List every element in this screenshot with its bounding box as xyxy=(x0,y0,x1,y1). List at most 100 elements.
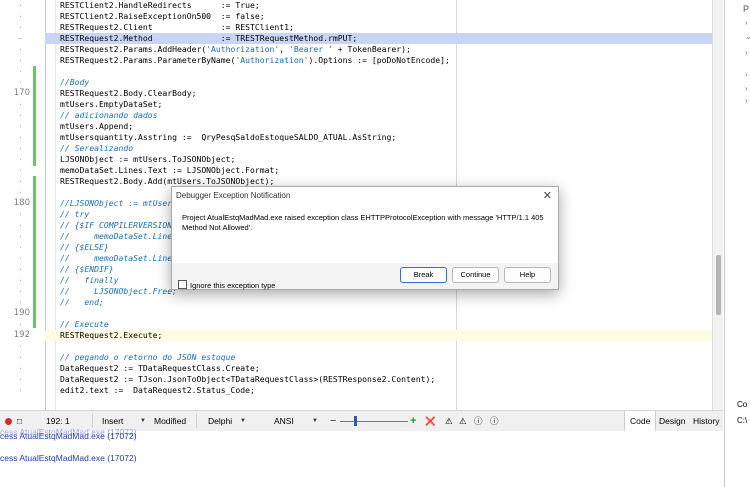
code-line[interactable]: mtUsers.Append; xyxy=(60,121,133,132)
code-token: RESTRequest2.Params.AddHeader( xyxy=(60,44,207,54)
code-comment: // {$ELSE} xyxy=(60,242,109,252)
code-token: mtUsers.EmptyDataSet; xyxy=(60,99,163,109)
checkbox-box[interactable] xyxy=(178,280,187,289)
code-comment: // {$ENDIF} xyxy=(60,264,114,274)
code-line[interactable]: RESTRequest2.Client := RESTClient1; xyxy=(60,22,294,33)
gutter-dot: · xyxy=(18,254,23,263)
code-token: RESTRequest2.Method := TRESTRequestMetho… xyxy=(60,33,358,43)
dialog-body: Project AtualEstqMadMad.exe raised excep… xyxy=(172,205,558,263)
chevron-right-icon[interactable]: › xyxy=(745,18,748,27)
chevron-right-icon[interactable]: › xyxy=(745,48,748,57)
warning-count-icon[interactable]: ⚠ xyxy=(445,411,453,431)
hint-count-icon[interactable]: ⚠ xyxy=(459,411,467,431)
code-line[interactable]: //Body xyxy=(60,77,89,88)
tab-history[interactable]: History xyxy=(688,411,724,431)
code-line[interactable]: // {$ENDIF} xyxy=(60,264,114,275)
gutter-dot: · xyxy=(18,221,23,230)
code-line[interactable]: RESTRequest2.Body.ClearBody; xyxy=(60,88,196,99)
language-selector[interactable]: Delphi xyxy=(208,411,232,431)
code-line[interactable]: LJSONObject := mtUsers.ToJSONObject; xyxy=(60,154,235,165)
code-line[interactable]: // adicionando dados xyxy=(60,110,157,121)
code-fold-divider xyxy=(55,0,56,410)
code-line[interactable]: RESTRequest2.Params.ParameterByName('Aut… xyxy=(60,55,450,66)
language-dropdown-icon[interactable]: ▼ xyxy=(240,411,246,431)
code-line[interactable]: RESTClient2.RaiseExceptionOn500 := false… xyxy=(60,11,265,22)
code-token: RESTRequest2.Client := RESTClient1; xyxy=(60,22,294,32)
code-line[interactable]: memoDataSet.Lines.Text := LJSONObject.Fo… xyxy=(60,165,279,176)
gutter-dot: · xyxy=(18,111,23,120)
code-line[interactable]: // finally xyxy=(60,275,118,286)
chevron-right-icon[interactable]: › xyxy=(745,84,748,93)
code-string: 'Authorization' xyxy=(235,55,309,65)
code-string: 'Bearer ' xyxy=(289,44,333,54)
code-line[interactable]: // end; xyxy=(60,297,104,308)
dialog-title: Debugger Exception Notification xyxy=(176,191,291,200)
continue-button[interactable]: Continue xyxy=(452,267,499,283)
gutter-dot: · xyxy=(18,364,23,373)
message-count-icon[interactable]: ⓘ xyxy=(490,411,499,431)
messages-panel[interactable]: cess AtualEstqMadMad.exe (17072) cess At… xyxy=(0,427,723,487)
code-line[interactable]: // try xyxy=(60,209,89,220)
modified-indicator: Modified xyxy=(154,416,187,426)
tab-code[interactable]: Code xyxy=(624,411,657,431)
message-line: cess AtualEstqMadMad.exe (17072) xyxy=(0,431,137,441)
gutter-dot: · xyxy=(18,56,23,65)
gutter-dot: · xyxy=(18,353,23,362)
gutter-dot: · xyxy=(18,210,23,219)
code-token: RESTClient2.HandleRedirects := True; xyxy=(60,0,260,10)
zoom-slider-knob[interactable] xyxy=(354,416,357,426)
help-button[interactable]: Help xyxy=(504,267,551,283)
code-line[interactable]: DataRequest2 := TJson.JsonToObject<TData… xyxy=(60,374,435,385)
code-line[interactable]: edit2.text := DataRequest2.Status_Code; xyxy=(60,385,255,396)
code-line[interactable]: // Serealizando xyxy=(60,143,133,154)
code-token: edit2.text := DataRequest2.Status_Code; xyxy=(60,385,255,395)
code-token: RESTRequest2.Params.ParameterByName( xyxy=(60,55,236,65)
gutter-dot: · xyxy=(18,100,23,109)
code-line[interactable]: // pegando o retorno do JSON estoque xyxy=(60,352,235,363)
dialog-title-bar[interactable]: Debugger Exception Notification ✕ xyxy=(172,187,558,205)
code-token: , xyxy=(279,44,290,54)
error-count-icon[interactable]: ❌ xyxy=(425,411,436,431)
code-token: ).Options := [poDoNotEncode]; xyxy=(308,55,450,65)
chevron-right-icon[interactable]: › xyxy=(745,96,748,105)
gutter-dot: · xyxy=(18,78,23,87)
code-line[interactable]: RESTRequest2.Method := TRESTRequestMetho… xyxy=(45,33,723,44)
chevron-down-icon[interactable]: ⌄ xyxy=(745,32,750,41)
structure-panel[interactable]: P › ⌄ › › › › Co C:\ xyxy=(724,0,750,487)
code-line[interactable]: mtUsersquantity.Asstring := QryPesqSaldo… xyxy=(60,132,396,143)
checkbox-label: Ignore this exception type xyxy=(190,281,276,290)
break-button[interactable]: Break xyxy=(400,267,447,283)
zoom-in-icon[interactable]: + xyxy=(410,411,416,431)
tab-design[interactable]: Design xyxy=(654,411,690,431)
code-token: LJSONObject := mtUsers.ToJSONObject; xyxy=(60,154,236,164)
editor-vertical-scrollbar[interactable] xyxy=(712,0,723,410)
gutter-dot: · xyxy=(18,23,23,32)
code-line[interactable]: RESTRequest2.Execute; xyxy=(45,330,723,341)
code-comment: // finally xyxy=(60,275,119,285)
mode-dropdown-icon[interactable]: ▼ xyxy=(140,411,146,431)
scrollbar-thumb[interactable] xyxy=(716,255,721,315)
panel-label: P xyxy=(743,4,750,14)
line-number: 190 xyxy=(13,308,30,318)
code-line[interactable]: RESTRequest2.Params.AddHeader('Authoriza… xyxy=(60,44,411,55)
info-count-icon[interactable]: ⓘ xyxy=(474,411,483,431)
close-icon[interactable]: ✕ xyxy=(543,189,552,202)
zoom-slider[interactable] xyxy=(340,421,408,422)
code-token: RESTRequest2.Execute; xyxy=(60,330,163,340)
line-number: 192 xyxy=(13,330,30,340)
code-line[interactable]: DataRequest2 := TDataRequestClass.Create… xyxy=(60,363,260,374)
code-line[interactable]: // {$ELSE} xyxy=(60,242,109,253)
code-line[interactable]: // LJSONObject.Free; xyxy=(60,286,177,297)
zoom-out-icon[interactable]: − xyxy=(330,411,336,431)
gutter-dot: · xyxy=(18,188,23,197)
exception-message: Project AtualEstqMadMad.exe raised excep… xyxy=(182,213,544,232)
encoding-dropdown-icon[interactable]: ▼ xyxy=(312,411,318,431)
gutter-dot: · xyxy=(18,144,23,153)
encoding-selector[interactable]: ANSI xyxy=(274,411,294,431)
ignore-exception-checkbox[interactable]: Ignore this exception type xyxy=(178,280,275,290)
code-line[interactable]: mtUsers.EmptyDataSet; xyxy=(60,99,162,110)
code-line[interactable]: // Execute xyxy=(60,319,109,330)
chevron-right-icon[interactable]: › xyxy=(745,70,748,79)
code-line[interactable]: RESTClient2.HandleRedirects := True; xyxy=(60,0,260,11)
code-comment: // pegando o retorno do JSON estoque xyxy=(60,352,236,362)
